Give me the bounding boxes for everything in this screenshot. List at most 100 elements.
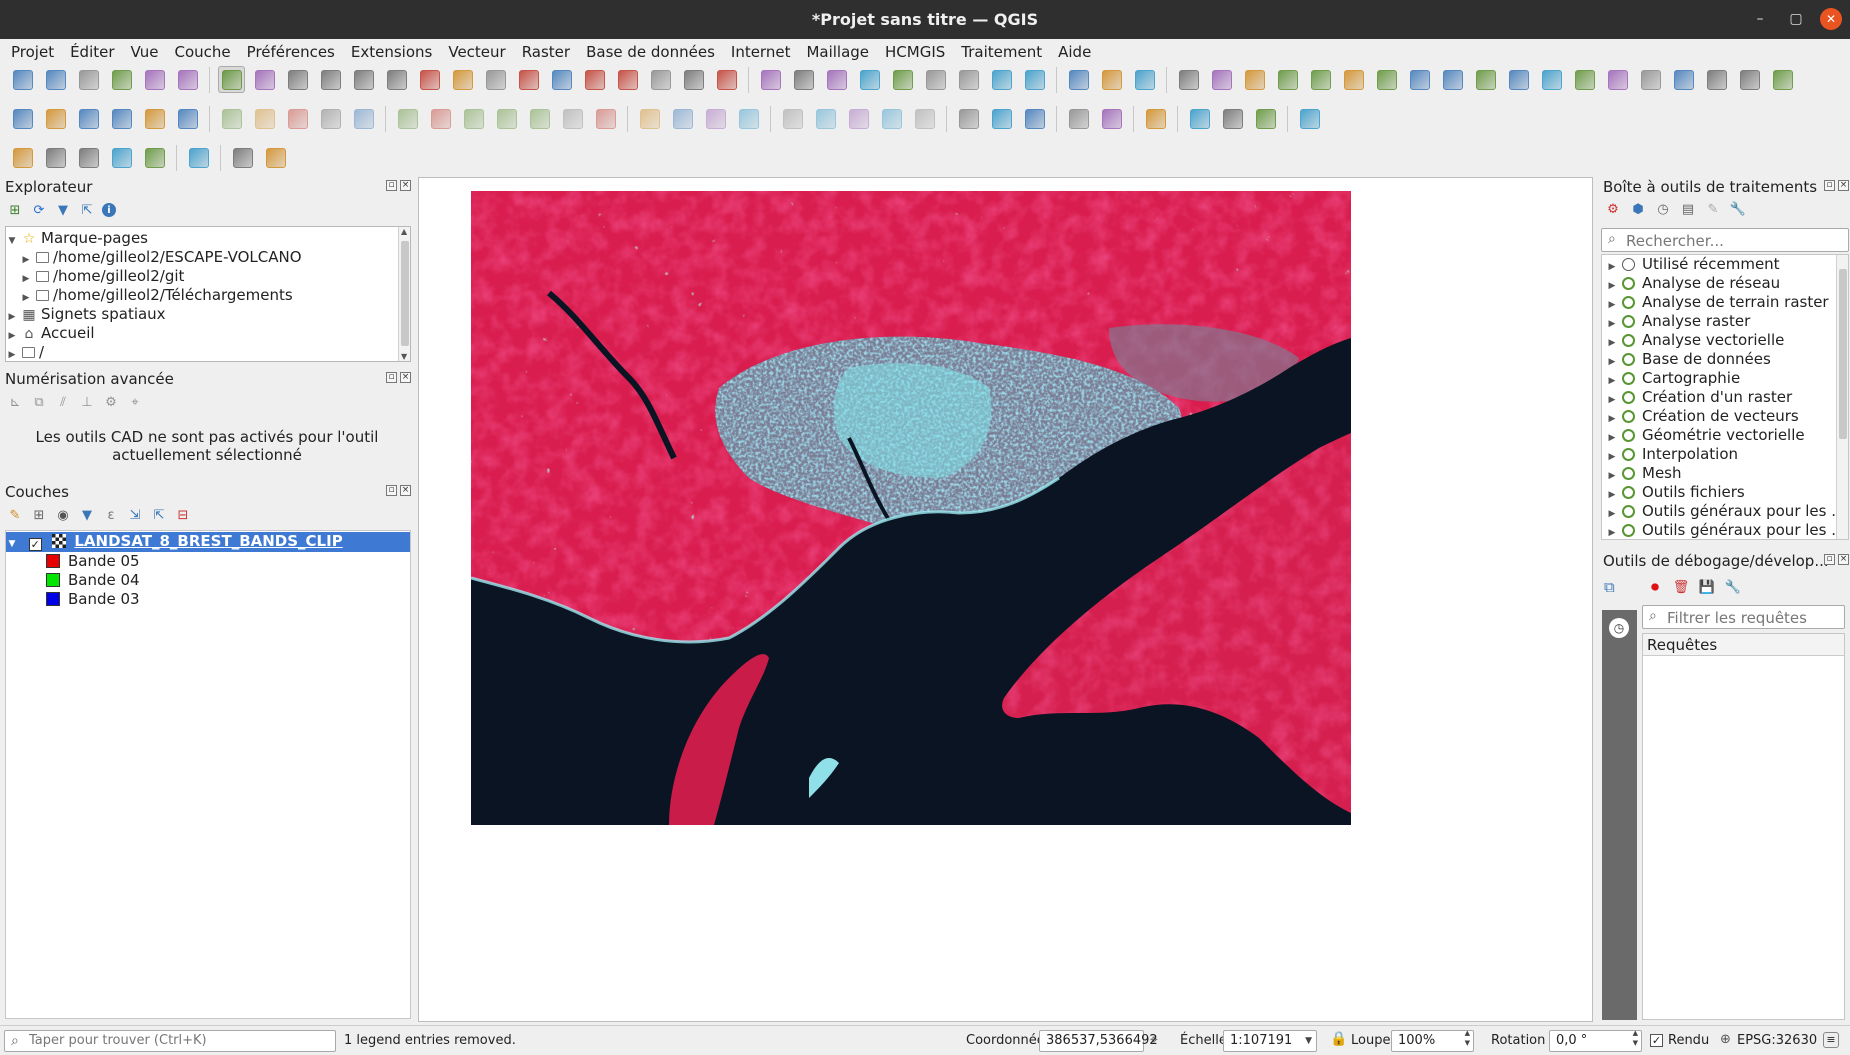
record-icon[interactable]: ⏺ bbox=[1646, 577, 1664, 596]
zoom-next-icon[interactable] bbox=[515, 66, 542, 93]
print-layout-icon[interactable] bbox=[141, 66, 168, 93]
close-panel-icon[interactable]: × bbox=[400, 180, 411, 191]
collapsed-arrow-icon[interactable]: ▶ bbox=[6, 346, 18, 361]
paste-icon[interactable] bbox=[526, 105, 553, 132]
toolbox-provider-item[interactable]: ▶ Création de vecteurs bbox=[1602, 407, 1848, 426]
undo-icon[interactable] bbox=[559, 105, 586, 132]
text-annotation-icon[interactable] bbox=[1021, 66, 1048, 93]
label-show-hide-icon[interactable] bbox=[735, 105, 762, 132]
digitize-polygon-icon[interactable] bbox=[141, 144, 168, 171]
maximize-button[interactable]: ▢ bbox=[1785, 8, 1807, 30]
toolbox-provider-item[interactable]: ▶ Mesh bbox=[1602, 464, 1848, 483]
map-canvas[interactable] bbox=[418, 177, 1593, 1022]
zoom-layer-icon[interactable] bbox=[383, 66, 410, 93]
spin-up-icon[interactable]: ▲ ▼ bbox=[1465, 1028, 1470, 1048]
lock-icon[interactable]: 🔒 bbox=[1330, 1031, 1347, 1047]
statistics-icon[interactable] bbox=[856, 66, 883, 93]
close-panel-icon[interactable]: × bbox=[400, 485, 411, 496]
new-mesh-icon[interactable] bbox=[174, 105, 201, 132]
clear-icon[interactable]: 🗑 bbox=[1672, 578, 1690, 596]
new-3d-view-icon[interactable] bbox=[581, 66, 608, 93]
zoom-native-icon[interactable] bbox=[449, 66, 476, 93]
digitize-ellipse-icon[interactable] bbox=[75, 144, 102, 171]
vertex-tool-icon[interactable] bbox=[1131, 66, 1158, 93]
processing-icon[interactable] bbox=[823, 66, 850, 93]
label-highlight-icon[interactable] bbox=[702, 105, 729, 132]
hcmgis-icon[interactable] bbox=[262, 144, 289, 171]
digitize-line-icon[interactable] bbox=[1065, 66, 1092, 93]
explorer-item[interactable]: ▶ ▦ Signets spatiaux bbox=[6, 305, 410, 324]
float-icon[interactable]: ▫ bbox=[386, 180, 397, 191]
network-logger-icon[interactable]: ⧉ bbox=[1604, 578, 1626, 600]
explorer-scrollbar[interactable]: ▲ ▼ bbox=[398, 227, 410, 361]
reshape-features-icon[interactable] bbox=[1538, 66, 1565, 93]
extents-toggle-icon[interactable]: ⌖ bbox=[1150, 1032, 1158, 1048]
new-shapefile-icon[interactable] bbox=[75, 105, 102, 132]
copy-icon[interactable] bbox=[493, 105, 520, 132]
visibility-icon[interactable]: ◉ bbox=[54, 506, 72, 524]
redo-icon[interactable] bbox=[592, 105, 619, 132]
new-project-icon[interactable] bbox=[9, 66, 36, 93]
rotation-field[interactable]: 0,0 ° ▲ ▼ bbox=[1549, 1029, 1642, 1052]
delete-part-icon[interactable] bbox=[1505, 66, 1532, 93]
crs-label[interactable]: EPSG:32630 bbox=[1737, 1030, 1817, 1052]
toolbox-provider-item[interactable]: ▶ Analyse de terrain raster bbox=[1602, 293, 1848, 312]
merge-icon[interactable] bbox=[1274, 66, 1301, 93]
splitter-handle[interactable] bbox=[414, 580, 417, 600]
earth-icon[interactable] bbox=[1021, 105, 1048, 132]
vertex-icon[interactable] bbox=[350, 105, 377, 132]
pan-icon[interactable] bbox=[218, 66, 245, 93]
help-icon[interactable] bbox=[1142, 105, 1169, 132]
close-panel-icon[interactable]: × bbox=[400, 372, 411, 383]
add-group-icon[interactable]: ⊞ bbox=[30, 506, 48, 524]
delete-selected-icon[interactable] bbox=[427, 105, 454, 132]
add-selected-layers-icon[interactable]: ⊞ bbox=[6, 201, 24, 219]
offset-curve-icon[interactable] bbox=[1175, 66, 1202, 93]
identify-icon[interactable] bbox=[757, 66, 784, 93]
new-temp-layer-icon[interactable] bbox=[108, 105, 135, 132]
minimize-button[interactable]: – bbox=[1749, 8, 1771, 30]
scroll-down-icon[interactable]: ▼ bbox=[401, 352, 407, 361]
metasearch-icon[interactable] bbox=[955, 105, 982, 132]
toolbox-provider-item[interactable]: ▶ Base de données bbox=[1602, 350, 1848, 369]
explorer-item[interactable]: ▼ ☆ Marque-pages bbox=[6, 229, 410, 248]
split-parts-icon[interactable] bbox=[1604, 66, 1631, 93]
temporal-controller-icon[interactable] bbox=[680, 66, 707, 93]
collapse-all-icon[interactable]: ⇱ bbox=[78, 201, 96, 219]
scroll-up-icon[interactable]: ▲ bbox=[401, 227, 407, 236]
remove-layer-icon[interactable]: ⊟ bbox=[174, 506, 192, 524]
close-panel-icon[interactable]: × bbox=[1838, 180, 1849, 191]
deselect-icon[interactable] bbox=[1219, 105, 1246, 132]
python-scripts-icon[interactable]: ⬢ bbox=[1629, 200, 1647, 218]
select-feature-icon[interactable] bbox=[988, 66, 1015, 93]
map-tips-icon[interactable] bbox=[955, 66, 982, 93]
toolbox-scrollbar[interactable] bbox=[1836, 255, 1848, 539]
toolbox-search-input[interactable]: ⌕ Rechercher... bbox=[1601, 228, 1849, 252]
locate-icon[interactable] bbox=[229, 144, 256, 171]
cad-settings-icon[interactable]: ⚙ bbox=[102, 393, 120, 411]
requests-header[interactable]: Requêtes bbox=[1643, 634, 1844, 656]
save-edits-icon[interactable] bbox=[284, 105, 311, 132]
close-panel-icon[interactable]: × bbox=[1838, 554, 1849, 565]
float-icon[interactable]: ▫ bbox=[386, 372, 397, 383]
digitize-polygon-icon[interactable] bbox=[1098, 66, 1125, 93]
zoom-out-icon[interactable] bbox=[317, 66, 344, 93]
geocoder-icon[interactable] bbox=[988, 105, 1015, 132]
rotate-point-icon[interactable] bbox=[1703, 66, 1730, 93]
layer-styling-icon[interactable]: ✎ bbox=[6, 506, 24, 524]
explorer-item[interactable]: ▶/home/gilleol2/git bbox=[6, 267, 410, 286]
digitize-line-icon[interactable] bbox=[9, 144, 36, 171]
scroll-thumb[interactable] bbox=[1839, 269, 1847, 439]
toolbox-provider-item[interactable]: ▶ Analyse de réseau bbox=[1602, 274, 1848, 293]
reshape-icon[interactable] bbox=[1208, 66, 1235, 93]
zoom-last-icon[interactable] bbox=[482, 66, 509, 93]
new-virtual-layer-icon[interactable] bbox=[141, 105, 168, 132]
merge-attributes-icon[interactable] bbox=[1670, 66, 1697, 93]
info-icon[interactable]: i bbox=[102, 203, 116, 217]
open-project-icon[interactable] bbox=[42, 66, 69, 93]
fill-ring-icon[interactable] bbox=[1439, 66, 1466, 93]
band-legend-item[interactable]: Bande 03 bbox=[6, 590, 410, 609]
render-checkbox[interactable]: ✓ bbox=[1650, 1034, 1663, 1047]
rotate-icon[interactable] bbox=[1307, 66, 1334, 93]
layer-checkbox[interactable]: ✓ bbox=[28, 538, 42, 551]
